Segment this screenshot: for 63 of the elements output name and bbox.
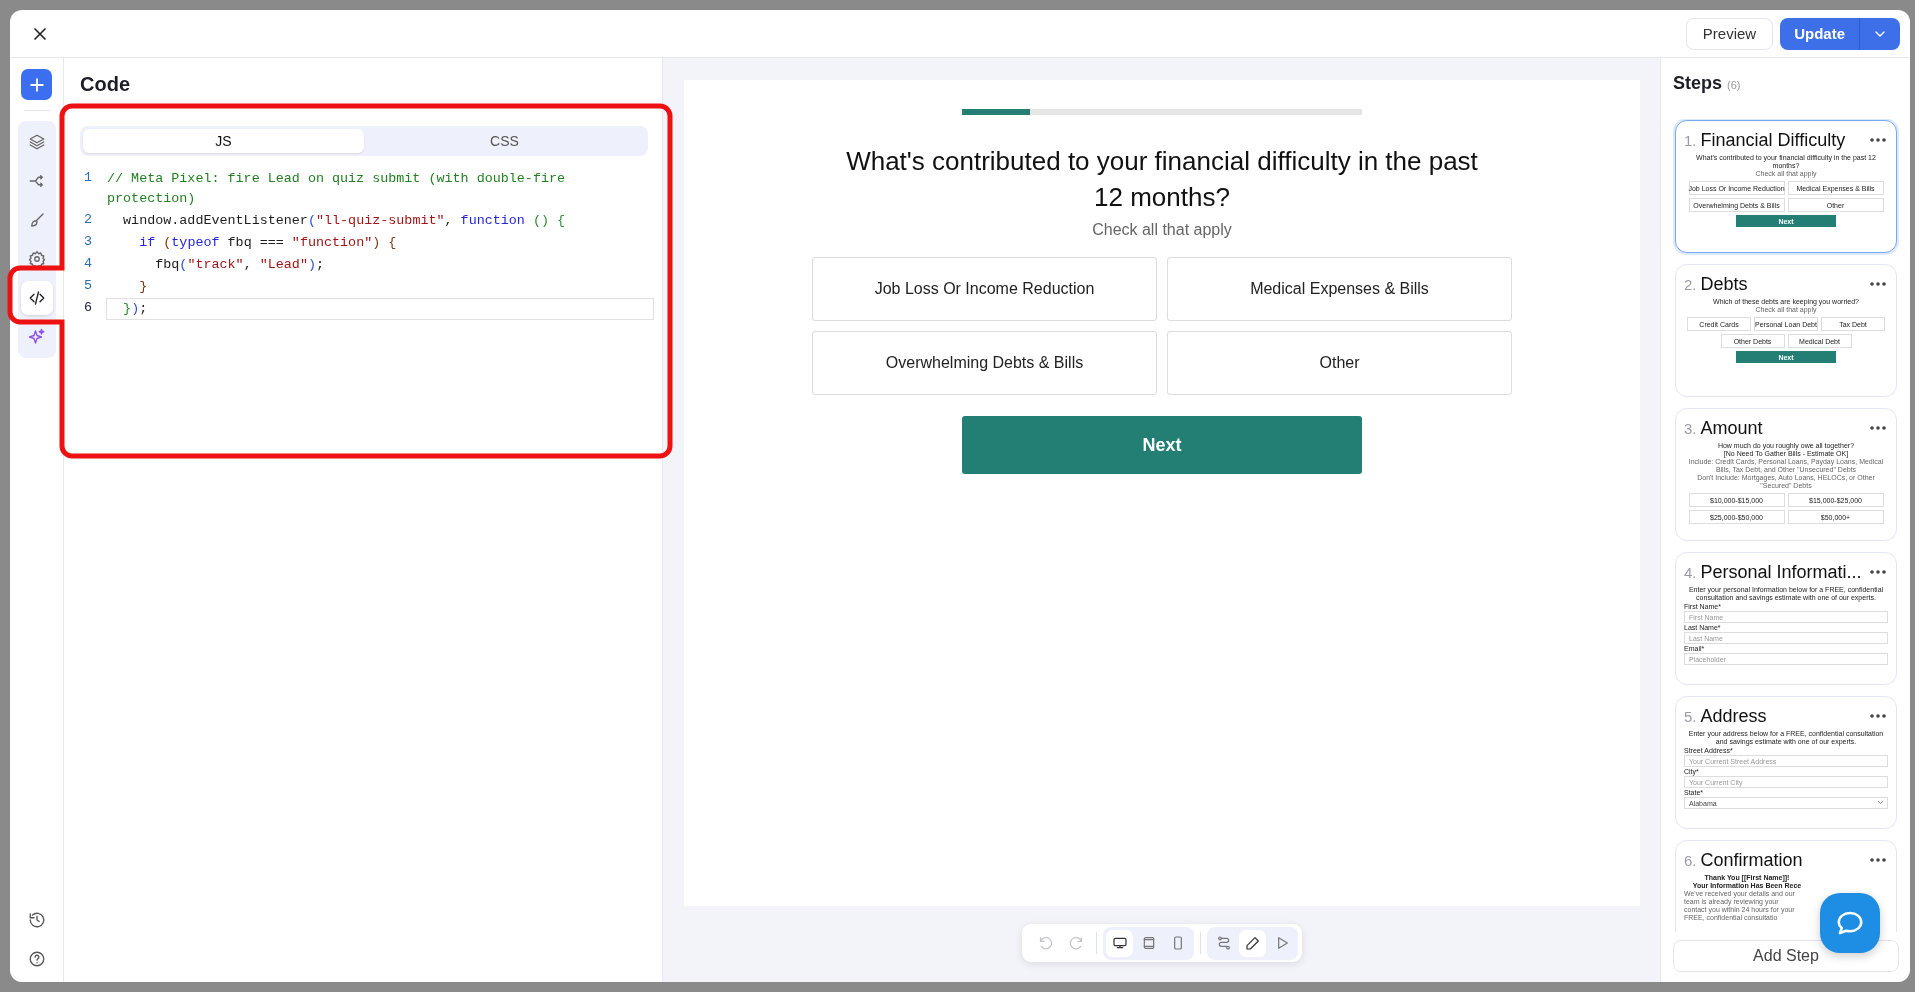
update-button[interactable]: Update [1780,17,1859,50]
code-line: window.addEventListener("ll-quiz-submit", function () { [122,212,567,230]
line-number: 4 [83,255,94,273]
code-icon [27,289,46,307]
panel-title: Code [80,73,130,97]
flow-icon [1215,935,1232,951]
desktop-icon [1111,935,1128,951]
line-number: 6 [83,299,94,317]
line-number: 5 [83,277,94,295]
panel-title: Steps [1673,73,1723,94]
preview-button[interactable]: Preview [1685,17,1774,50]
step-count: (6) [1727,79,1741,91]
question-text: What's contributed to your financial difficulty in the past 12 months? [845,145,1479,214]
code-line: // Meta Pixel: fire Lead on quiz submit (with double-fire protection) [106,170,567,208]
step-number: 5. [1684,707,1697,725]
desktop-view-button[interactable] [1106,929,1133,957]
step-number: 6. [1684,851,1697,869]
step-title: Debts [1700,273,1749,295]
step-title: Financial Difficulty [1700,129,1847,151]
add-element-button[interactable] [21,69,52,100]
step-number: 2. [1684,275,1697,293]
more-icon[interactable] [1870,282,1886,286]
more-icon[interactable] [1870,714,1886,718]
more-icon[interactable] [1870,426,1886,430]
undo-icon [1037,934,1054,952]
settings-icon [27,250,46,268]
redo-icon [1068,934,1085,952]
next-button[interactable]: Next [962,416,1362,474]
answer-option[interactable]: Overwhelming Debts & Bills [812,331,1157,395]
more-icon[interactable] [1870,138,1886,142]
sparkle-icon [27,328,46,346]
more-icon[interactable] [1870,858,1886,862]
answer-option[interactable]: Medical Expenses & Bills [1167,257,1512,321]
history-icon [27,911,46,929]
language-tab[interactable]: JS [83,129,364,153]
step-title: Personal Informati... [1700,561,1863,583]
step-number: 4. [1684,563,1697,581]
code-line: fbq("track", "Lead"); [154,256,325,274]
question-hint: Check all that apply [1092,221,1232,239]
line-number: 3 [83,233,94,251]
answer-option[interactable]: Job Loss Or Income Reduction [812,257,1157,321]
step-title: Amount [1700,417,1764,439]
line-number: 2 [83,211,94,229]
chat-button[interactable] [1820,893,1880,953]
line-number: 1 [83,169,94,187]
code-line: } [138,278,149,296]
step-card[interactable] [1675,120,1897,253]
step-number: 3. [1684,419,1697,437]
layers-icon [27,133,46,151]
add-step-button[interactable]: Add Step [1673,940,1899,972]
answer-option[interactable]: Other [1167,331,1512,395]
pencil-icon [1244,935,1261,951]
code-line: if (typeof fbq === "function") { [138,234,398,252]
step-title: Address [1700,705,1768,727]
step-number: 1. [1684,131,1697,149]
chevron-down-icon [1878,801,1883,805]
step-title: Confirmation [1700,849,1804,871]
language-tab[interactable]: CSS [364,129,645,153]
branch-icon [27,172,46,190]
edit-mode-button[interactable] [1239,929,1266,957]
code-tab[interactable] [20,281,53,315]
more-icon[interactable] [1870,570,1886,574]
help-icon [27,950,46,968]
